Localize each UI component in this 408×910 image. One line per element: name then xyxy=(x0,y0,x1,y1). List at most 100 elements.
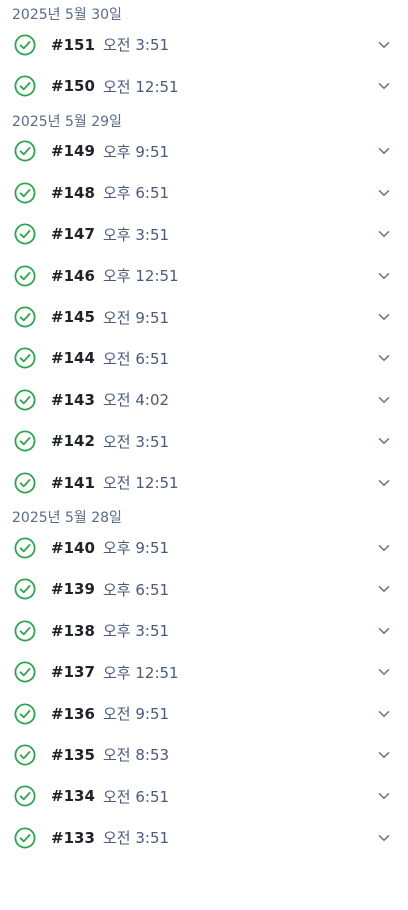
run-row[interactable]: #134 오전 6:51 xyxy=(0,776,408,817)
check-circle-icon xyxy=(14,472,36,494)
check-circle-icon xyxy=(14,661,36,683)
chevron-down-icon[interactable] xyxy=(378,479,390,487)
run-time: 오전 12:51 xyxy=(103,474,179,493)
chevron-down-icon[interactable] xyxy=(378,834,390,842)
run-number: #141 xyxy=(51,473,95,492)
run-row[interactable]: #146 오후 12:51 xyxy=(0,255,408,296)
run-time: 오전 3:51 xyxy=(103,36,170,55)
run-number: #143 xyxy=(51,390,95,409)
chevron-down-icon[interactable] xyxy=(378,396,390,404)
chevron-down-icon[interactable] xyxy=(378,189,390,197)
check-circle-icon xyxy=(14,223,36,245)
run-number: #138 xyxy=(51,621,95,640)
check-circle-icon xyxy=(14,265,36,287)
chevron-down-icon[interactable] xyxy=(378,354,390,362)
run-time: 오후 9:51 xyxy=(103,539,170,558)
run-row[interactable]: #142 오전 3:51 xyxy=(0,421,408,462)
run-row[interactable]: #136 오전 9:51 xyxy=(0,693,408,734)
run-group: 2025년 5월 30일 #151 오전 3:51 #150 오전 12:51 xyxy=(0,0,408,107)
run-row[interactable]: #140 오후 9:51 xyxy=(0,527,408,568)
chevron-down-icon[interactable] xyxy=(378,668,390,676)
run-number: #136 xyxy=(51,704,95,723)
run-number: #142 xyxy=(51,432,95,451)
run-number: #135 xyxy=(51,745,95,764)
check-circle-icon xyxy=(14,306,36,328)
check-circle-icon xyxy=(14,703,36,725)
run-number: #139 xyxy=(51,580,95,599)
run-row[interactable]: #148 오후 6:51 xyxy=(0,172,408,213)
run-time: 오전 6:51 xyxy=(103,787,170,806)
run-row[interactable]: #144 오전 6:51 xyxy=(0,338,408,379)
check-circle-icon xyxy=(14,389,36,411)
chevron-down-icon[interactable] xyxy=(378,41,390,49)
workflow-run-list: 2025년 5월 30일 #151 오전 3:51 #150 오전 12:51 2025년… xyxy=(0,0,408,858)
run-row[interactable]: #139 오후 6:51 xyxy=(0,569,408,610)
date-header: 2025년 5월 28일 xyxy=(12,510,122,527)
run-time: 오전 3:51 xyxy=(103,432,170,451)
run-time: 오전 9:51 xyxy=(103,308,170,327)
chevron-down-icon[interactable] xyxy=(378,437,390,445)
chevron-down-icon[interactable] xyxy=(378,272,390,280)
run-row[interactable]: #141 오전 12:51 xyxy=(0,462,408,503)
run-number: #134 xyxy=(51,787,95,806)
run-time: 오전 4:02 xyxy=(103,391,170,410)
date-header: 2025년 5월 29일 xyxy=(12,113,122,130)
run-number: #145 xyxy=(51,308,95,327)
run-time: 오전 8:53 xyxy=(103,746,170,765)
run-row[interactable]: #145 오전 9:51 xyxy=(0,296,408,337)
check-circle-icon xyxy=(14,744,36,766)
check-circle-icon xyxy=(14,620,36,642)
run-number: #149 xyxy=(51,142,95,161)
check-circle-icon xyxy=(14,34,36,56)
chevron-down-icon[interactable] xyxy=(378,585,390,593)
run-number: #144 xyxy=(51,349,95,368)
run-number: #147 xyxy=(51,225,95,244)
run-row[interactable]: #151 오전 3:51 xyxy=(0,24,408,65)
run-number: #151 xyxy=(51,35,95,54)
run-time: 오전 3:51 xyxy=(103,829,170,848)
run-time: 오후 9:51 xyxy=(103,142,170,161)
run-group: 2025년 5월 28일 #140 오후 9:51 #139 오후 6:51 #138 오후… xyxy=(0,503,408,858)
chevron-down-icon[interactable] xyxy=(378,710,390,718)
run-row[interactable]: #138 오후 3:51 xyxy=(0,610,408,651)
run-row[interactable]: #147 오후 3:51 xyxy=(0,214,408,255)
run-number: #137 xyxy=(51,663,95,682)
chevron-down-icon[interactable] xyxy=(378,82,390,90)
run-row[interactable]: #143 오전 4:02 xyxy=(0,379,408,420)
run-number: #148 xyxy=(51,183,95,202)
date-header: 2025년 5월 30일 xyxy=(12,7,122,23)
run-group: 2025년 5월 29일 #149 오후 9:51 #148 오후 6:51 #147 오후… xyxy=(0,107,408,504)
chevron-down-icon[interactable] xyxy=(378,313,390,321)
run-row[interactable]: #150 오전 12:51 xyxy=(0,65,408,106)
chevron-down-icon[interactable] xyxy=(378,230,390,238)
check-circle-icon xyxy=(14,140,36,162)
run-row[interactable]: #137 오후 12:51 xyxy=(0,651,408,692)
run-time: 오전 9:51 xyxy=(103,705,170,724)
run-time: 오전 12:51 xyxy=(103,77,179,96)
run-time: 오후 6:51 xyxy=(103,184,170,203)
run-time: 오후 12:51 xyxy=(103,267,179,286)
check-circle-icon xyxy=(14,578,36,600)
chevron-down-icon[interactable] xyxy=(378,147,390,155)
run-number: #146 xyxy=(51,266,95,285)
check-circle-icon xyxy=(14,430,36,452)
run-row[interactable]: #149 오후 9:51 xyxy=(0,131,408,172)
run-number: #140 xyxy=(51,538,95,557)
check-circle-icon xyxy=(14,785,36,807)
check-circle-icon xyxy=(14,347,36,369)
chevron-down-icon[interactable] xyxy=(378,792,390,800)
run-time: 오후 3:51 xyxy=(103,225,170,244)
run-time: 오후 6:51 xyxy=(103,580,170,599)
check-circle-icon xyxy=(14,827,36,849)
chevron-down-icon[interactable] xyxy=(378,627,390,635)
chevron-down-icon[interactable] xyxy=(378,751,390,759)
run-row[interactable]: #135 오전 8:53 xyxy=(0,734,408,775)
check-circle-icon xyxy=(14,182,36,204)
run-number: #133 xyxy=(51,828,95,847)
check-circle-icon xyxy=(14,537,36,559)
run-time: 오전 6:51 xyxy=(103,349,170,368)
run-row[interactable]: #133 오전 3:51 xyxy=(0,817,408,858)
chevron-down-icon[interactable] xyxy=(378,544,390,552)
run-time: 오후 3:51 xyxy=(103,622,170,641)
run-time: 오후 12:51 xyxy=(103,663,179,682)
